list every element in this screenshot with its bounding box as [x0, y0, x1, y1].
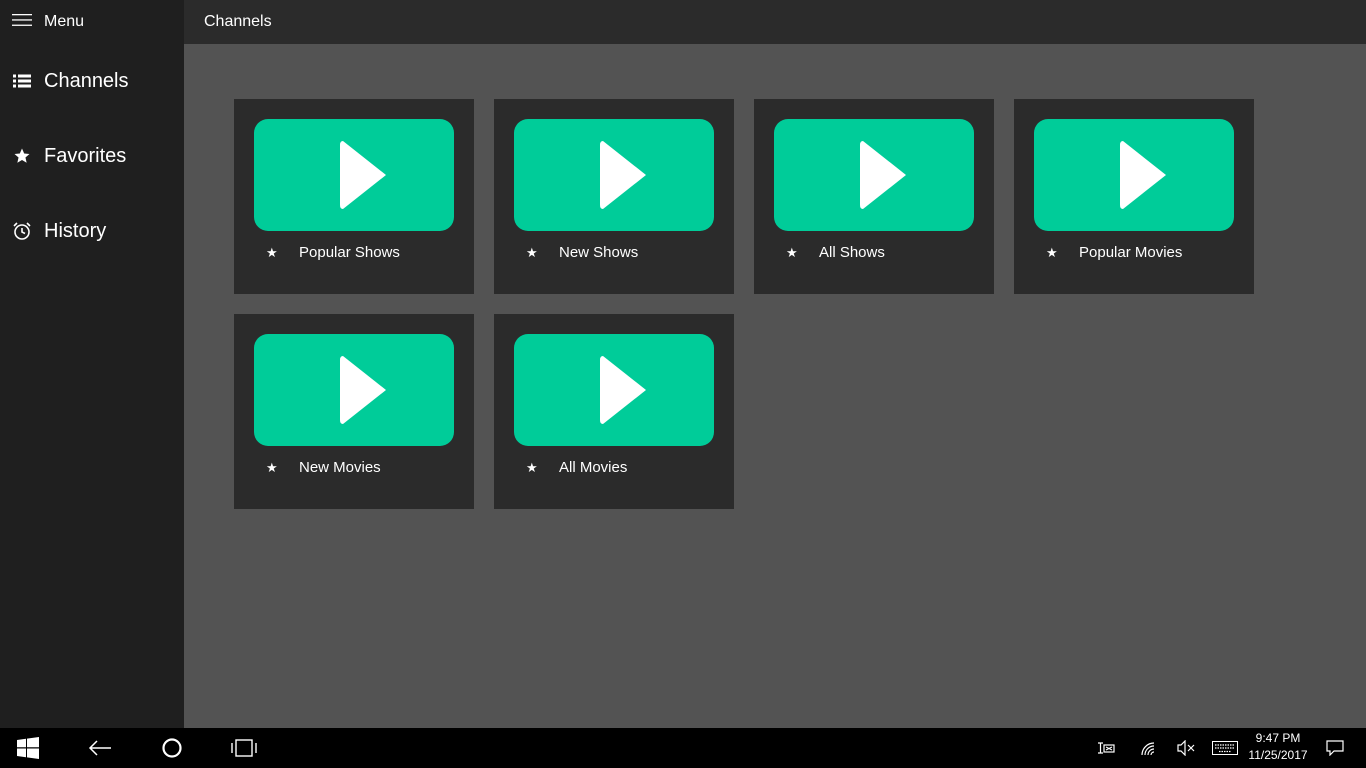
sidebar-item-history[interactable]: History: [0, 207, 184, 255]
taskbar: 9:47 PM 11/25/2017: [0, 728, 1366, 768]
favorite-star-icon[interactable]: ★: [526, 460, 538, 476]
play-icon: [340, 141, 386, 209]
cortana-button[interactable]: [144, 728, 200, 768]
page-header: Channels: [184, 0, 1366, 44]
wifi-icon: [1141, 742, 1155, 756]
back-arrow-icon: [88, 740, 111, 756]
channel-label: All Movies: [559, 459, 628, 476]
channel-thumbnail: [1034, 119, 1234, 231]
play-icon: [600, 356, 646, 424]
cortana-icon: [162, 738, 182, 758]
sidebar-item-label: Favorites: [44, 144, 127, 167]
favorite-star-icon[interactable]: ★: [526, 245, 538, 261]
favorite-star-icon[interactable]: ★: [1046, 245, 1058, 261]
windows-logo-icon: [17, 737, 39, 759]
channel-thumbnail: [774, 119, 974, 231]
channel-tile[interactable]: ★ Popular Shows: [234, 99, 474, 294]
sidebar-item-label: History: [44, 219, 107, 242]
sidebar-item-channels[interactable]: Channels: [0, 57, 184, 105]
play-icon: [340, 356, 386, 424]
play-icon: [1120, 141, 1166, 209]
favorite-star-icon[interactable]: ★: [266, 460, 278, 476]
volume-muted-icon: [1177, 740, 1195, 756]
channel-tile[interactable]: ★ Popular Movies: [1014, 99, 1254, 294]
channel-tile[interactable]: ★ New Movies: [234, 314, 474, 509]
play-icon: [860, 141, 906, 209]
sidebar: Menu Channels Favorites History: [0, 0, 184, 728]
channel-label: All Shows: [819, 244, 885, 261]
clock[interactable]: 9:47 PM 11/25/2017: [1240, 730, 1316, 764]
input-indicator-button[interactable]: [1090, 728, 1122, 768]
app-window: Menu Channels Favorites History Channels…: [0, 0, 1366, 728]
task-view-icon: [231, 739, 257, 757]
channel-thumbnail: [514, 334, 714, 446]
start-button[interactable]: [0, 728, 56, 768]
task-view-button[interactable]: [216, 728, 272, 768]
touch-keyboard-button[interactable]: [1208, 728, 1242, 768]
channel-thumbnail: [514, 119, 714, 231]
page-title: Channels: [204, 13, 272, 30]
channel-thumbnail: [254, 334, 454, 446]
channel-label: Popular Movies: [1079, 244, 1183, 261]
channel-label: Popular Shows: [299, 244, 400, 261]
channel-label: New Movies: [299, 459, 381, 476]
menu-button[interactable]: Menu: [0, 0, 184, 44]
action-center-button[interactable]: [1320, 728, 1350, 768]
network-button[interactable]: [1132, 728, 1164, 768]
list-icon: [12, 71, 32, 91]
notification-icon: [1326, 740, 1344, 756]
star-icon: [12, 146, 32, 166]
volume-button[interactable]: [1170, 728, 1202, 768]
sidebar-item-favorites[interactable]: Favorites: [0, 132, 184, 180]
history-icon: [12, 221, 32, 241]
back-button[interactable]: [72, 728, 128, 768]
favorite-star-icon[interactable]: ★: [786, 245, 798, 261]
play-icon: [600, 141, 646, 209]
clock-date: 11/25/2017: [1248, 748, 1308, 762]
pen-input-icon: [1098, 742, 1115, 754]
favorite-star-icon[interactable]: ★: [266, 245, 278, 261]
channel-label: New Shows: [559, 244, 639, 261]
channel-tile[interactable]: ★ All Movies: [494, 314, 734, 509]
hamburger-icon: [12, 13, 32, 32]
menu-label: Menu: [44, 13, 85, 30]
channel-thumbnail: [254, 119, 454, 231]
keyboard-icon: [1212, 741, 1238, 755]
clock-time: 9:47 PM: [1255, 731, 1301, 745]
sidebar-item-label: Channels: [44, 69, 129, 92]
channel-tile[interactable]: ★ All Shows: [754, 99, 994, 294]
channel-tile[interactable]: ★ New Shows: [494, 99, 734, 294]
